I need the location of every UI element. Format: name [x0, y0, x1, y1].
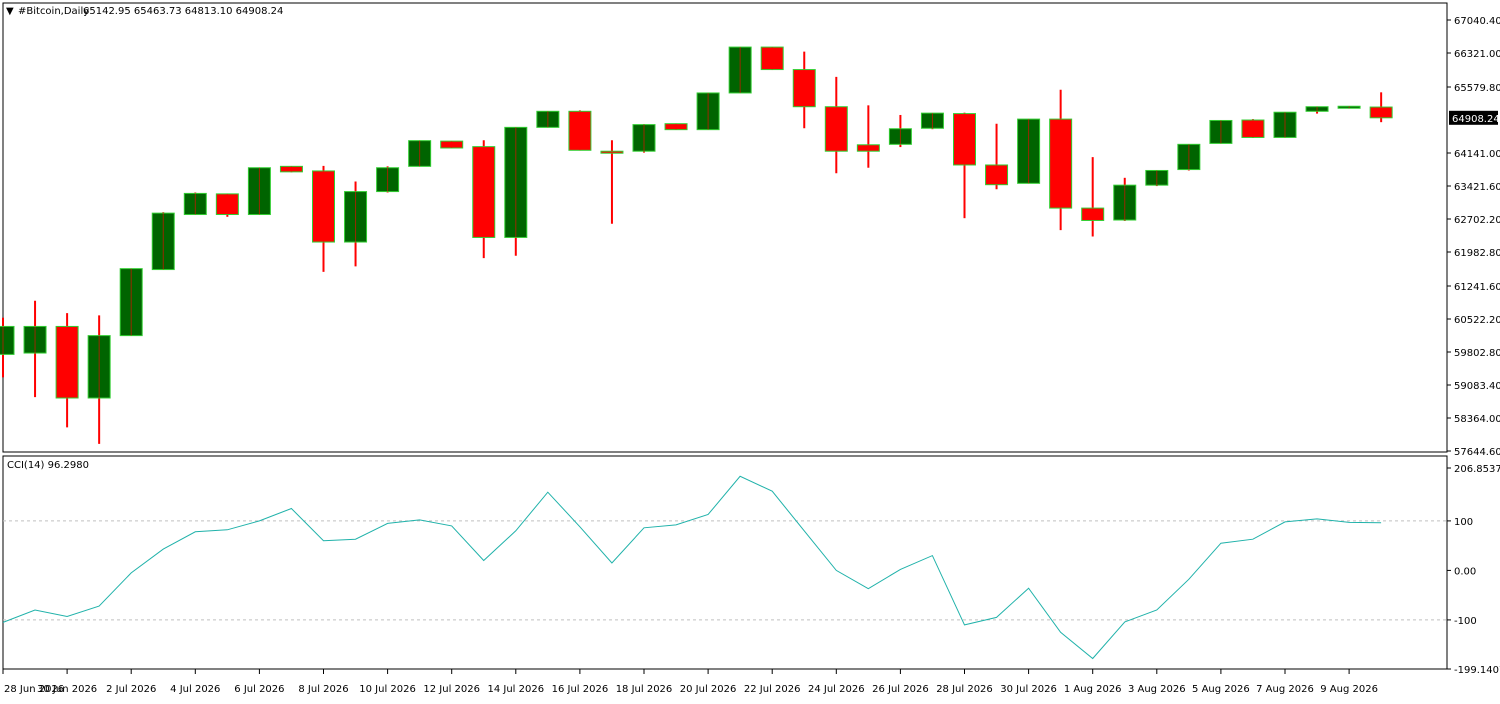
candle — [1145, 169, 1169, 187]
price-axis-label: 61982.80 — [1454, 248, 1500, 259]
cci-axis-label: -100 — [1454, 616, 1477, 627]
time-axis-label: 9 Aug 2026 — [1320, 684, 1378, 695]
price-axis-label: 62702.20 — [1454, 215, 1500, 226]
candle — [151, 212, 175, 271]
candle — [119, 268, 143, 337]
price-axis-label: 59802.80 — [1454, 348, 1500, 359]
time-axis-label: 30 Jun 2026 — [37, 684, 97, 695]
price-panel[interactable] — [2, 2, 1448, 453]
candle — [1177, 143, 1201, 171]
candle — [760, 46, 784, 71]
cci-axis-label: 0.00 — [1454, 566, 1476, 577]
candle — [1241, 119, 1265, 138]
candle — [504, 126, 528, 256]
chart-canvas[interactable]: 67040.40 66321.00 65579.80 64141.00 63421.60… — [0, 0, 1500, 700]
cci-axis-label: 206.8537 — [1454, 464, 1500, 475]
price-axis-label: 60522.20 — [1454, 315, 1500, 326]
candle — [183, 192, 207, 216]
price-axis-label: 64141.00 — [1454, 149, 1500, 160]
time-axis-label: 26 Jul 2026 — [872, 684, 929, 695]
candle — [1273, 111, 1297, 138]
time-axis-label: 10 Jul 2026 — [359, 684, 416, 695]
time-axis-label: 30 Jul 2026 — [1000, 684, 1057, 695]
price-axis-label: 65579.80 — [1454, 83, 1500, 94]
time-axis-label: 20 Jul 2026 — [680, 684, 737, 695]
candle — [376, 166, 400, 193]
current-price-marker: 64908.24 — [1449, 110, 1500, 125]
price-axis-label: 61241.60 — [1454, 282, 1500, 293]
time-axis-label: 7 Aug 2026 — [1256, 684, 1314, 695]
time-axis-label: 4 Jul 2026 — [170, 684, 220, 695]
candle — [440, 140, 464, 149]
current-price-label: 64908.24 — [1452, 114, 1500, 125]
time-axis-label: 8 Jul 2026 — [298, 684, 348, 695]
time-axis-label: 1 Aug 2026 — [1064, 684, 1122, 695]
candle — [696, 92, 720, 131]
candle — [215, 193, 239, 217]
cci-axis-label: -199.1407 — [1454, 665, 1500, 676]
time-axis-label: 28 Jul 2026 — [936, 684, 993, 695]
price-axis-label: 67040.40 — [1454, 16, 1500, 27]
candle — [279, 165, 303, 173]
symbol-label: #Bitcoin,Daily — [18, 6, 89, 17]
candle — [920, 112, 944, 130]
chart-window[interactable]: 67040.40 66321.00 65579.80 64141.00 63421.60… — [0, 0, 1500, 700]
candle — [1017, 118, 1041, 184]
cci-panel[interactable] — [2, 455, 1448, 670]
candle-body-bull — [0, 325, 15, 355]
price-axis-label: 58364.00 — [1454, 414, 1500, 425]
expand-arrow-icon[interactable]: ▼ — [6, 6, 14, 17]
candle — [568, 110, 592, 151]
time-axis-label: 12 Jul 2026 — [423, 684, 480, 695]
price-axis-label: 66321.00 — [1454, 49, 1500, 60]
cci-axis-label: 100 — [1454, 517, 1473, 528]
price-axis-label: 59083.40 — [1454, 381, 1500, 392]
time-axis-label: 3 Aug 2026 — [1128, 684, 1186, 695]
candle — [664, 123, 688, 131]
candle — [1209, 119, 1233, 144]
candle — [408, 140, 432, 167]
time-axis-label: 16 Jul 2026 — [552, 684, 609, 695]
cci-label: CCI(14) 96.2980 — [7, 460, 89, 471]
time-axis-label: 24 Jul 2026 — [808, 684, 865, 695]
candle — [632, 124, 656, 153]
time-axis-label: 6 Jul 2026 — [234, 684, 284, 695]
time-axis-label: 5 Aug 2026 — [1192, 684, 1250, 695]
time-axis-label: 18 Jul 2026 — [616, 684, 673, 695]
candle — [728, 46, 752, 94]
price-axis-label: 57644.60 — [1454, 447, 1500, 458]
candle — [247, 167, 271, 216]
candle — [1337, 105, 1361, 109]
time-axis-label: 2 Jul 2026 — [106, 684, 156, 695]
candle — [536, 110, 560, 128]
time-axis-label: 22 Jul 2026 — [744, 684, 801, 695]
ohlc-label: 65142.95 65463.73 64813.10 64908.24 — [83, 6, 283, 17]
time-axis-label: 14 Jul 2026 — [487, 684, 544, 695]
price-axis-label: 63421.60 — [1454, 182, 1500, 193]
